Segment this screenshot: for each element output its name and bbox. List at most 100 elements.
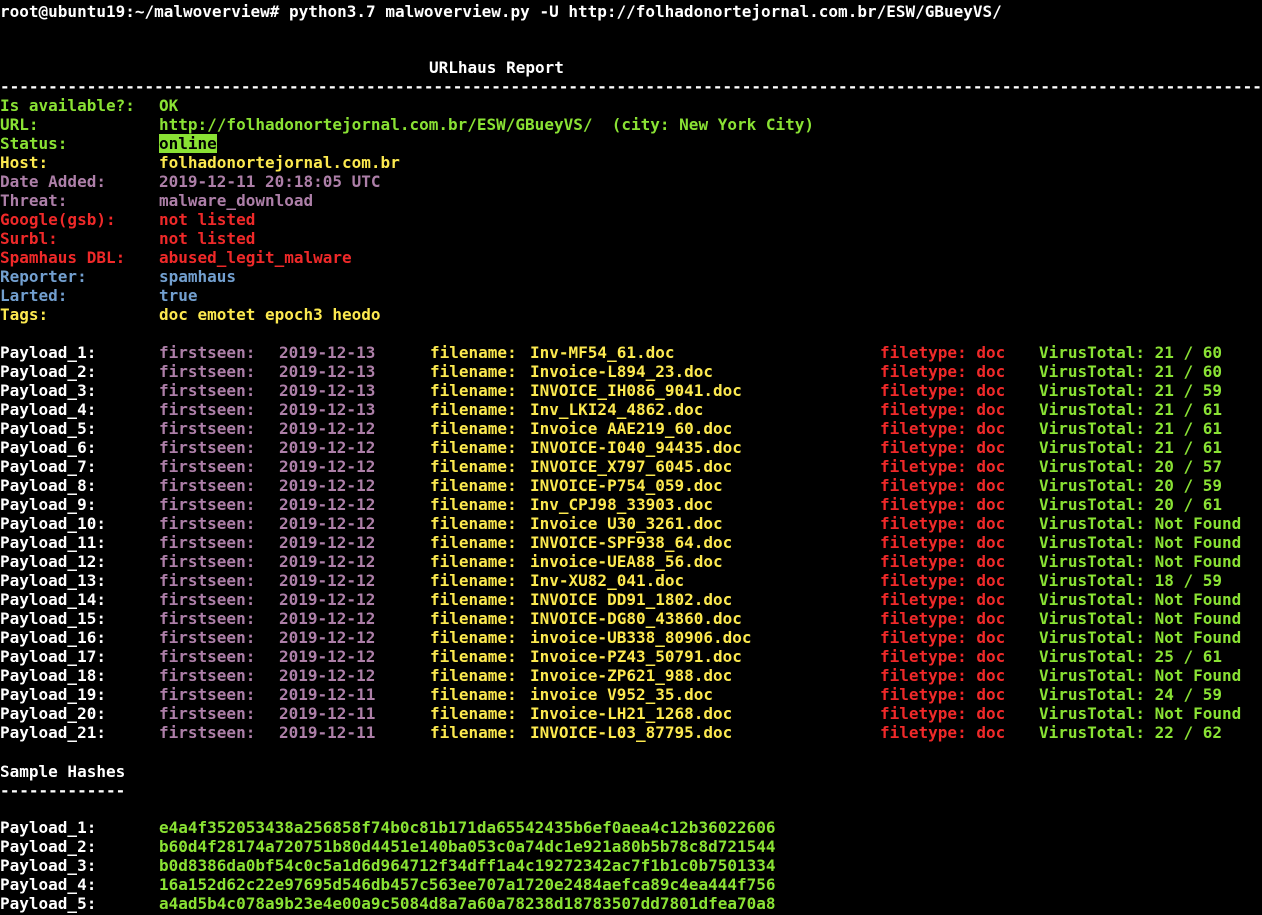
- filename-value: Inv_CPJ98_33903.doc: [530, 495, 714, 514]
- firstseen-date: 2019-12-12: [279, 628, 376, 647]
- filename-value: invoice-UEA88_56.doc: [530, 552, 723, 571]
- filename-value: Invoice AAE219_60.doc: [530, 419, 733, 438]
- field-label: Surbl:: [0, 229, 58, 248]
- filetype-label: filetype: doc: [880, 666, 1006, 685]
- filetype-value: doc: [976, 552, 1006, 571]
- terminal-window[interactable]: root@ubuntu19:~/malwoverview# python3.7 …: [0, 0, 1262, 915]
- filetype-value: doc: [976, 647, 1006, 666]
- filetype-label: filetype: doc: [880, 514, 1006, 533]
- virustotal-value: Not Found: [1154, 514, 1242, 533]
- virustotal-value: 21 / 61: [1154, 438, 1223, 457]
- payload-name: Payload_5:: [0, 419, 97, 438]
- filetype-label: filetype: doc: [880, 704, 1006, 723]
- firstseen-date: 2019-12-12: [279, 666, 376, 685]
- payload-name: Payload_18:: [0, 666, 106, 685]
- field-label: Google(gsb):: [0, 210, 116, 229]
- command-prompt: root@ubuntu19:~/malwoverview# python3.7 …: [0, 2, 1002, 21]
- hash-payload-name: Payload_5:: [0, 894, 97, 913]
- virustotal-label: VirusTotal: 18 / 59: [1039, 571, 1223, 590]
- filename-value: INVOICE-DG80_43860.doc: [530, 609, 742, 628]
- filetype-value: doc: [976, 609, 1006, 628]
- firstseen-label: firstseen:: [159, 533, 256, 552]
- virustotal-label: VirusTotal: Not Found: [1039, 609, 1242, 628]
- payload-name: Payload_21:: [0, 723, 106, 742]
- hash-value: 16a152d62c22e97695d546db457c563ee707a172…: [159, 875, 776, 894]
- firstseen-date: 2019-12-12: [279, 476, 376, 495]
- filetype-value: doc: [976, 514, 1006, 533]
- field-label: Status:: [0, 134, 68, 153]
- filetype-label: filetype: doc: [880, 495, 1006, 514]
- payload-name: Payload_4:: [0, 400, 97, 419]
- filename-value: Inv-XU82_041.doc: [530, 571, 685, 590]
- firstseen-date: 2019-12-13: [279, 400, 376, 419]
- payload-name: Payload_3:: [0, 381, 97, 400]
- filetype-label: filetype: doc: [880, 571, 1006, 590]
- firstseen-label: firstseen:: [159, 609, 256, 628]
- virustotal-label: VirusTotal: Not Found: [1039, 533, 1242, 552]
- filename-label: filename:: [430, 685, 517, 704]
- filename-value: INVOICE-SPF938_64.doc: [530, 533, 733, 552]
- filetype-label: filetype: doc: [880, 438, 1006, 457]
- field-label: Date Added:: [0, 172, 106, 191]
- filetype-value: doc: [976, 362, 1006, 381]
- payload-name: Payload_8:: [0, 476, 97, 495]
- firstseen-label: firstseen:: [159, 495, 256, 514]
- payload-name: Payload_16:: [0, 628, 106, 647]
- virustotal-value: Not Found: [1154, 628, 1242, 647]
- separator-line: ----------------------------------------…: [0, 77, 1262, 96]
- firstseen-label: firstseen:: [159, 457, 256, 476]
- payload-name: Payload_13:: [0, 571, 106, 590]
- virustotal-value: 21 / 60: [1154, 362, 1223, 381]
- hash-payload-name: Payload_2:: [0, 837, 97, 856]
- payload-name: Payload_17:: [0, 647, 106, 666]
- filetype-label: filetype: doc: [880, 419, 1006, 438]
- filename-label: filename:: [430, 362, 517, 381]
- virustotal-label: VirusTotal: 20 / 61: [1039, 495, 1223, 514]
- filename-label: filename:: [430, 723, 517, 742]
- firstseen-date: 2019-12-12: [279, 457, 376, 476]
- payload-name: Payload_11:: [0, 533, 106, 552]
- virustotal-label: VirusTotal: 21 / 60: [1039, 343, 1223, 362]
- field-value: malware_download: [159, 191, 314, 210]
- field-label: Reporter:: [0, 267, 87, 286]
- firstseen-date: 2019-12-12: [279, 571, 376, 590]
- virustotal-label: VirusTotal: 24 / 59: [1039, 685, 1223, 704]
- field-value: true: [159, 286, 198, 305]
- firstseen-label: firstseen:: [159, 438, 256, 457]
- filetype-value: doc: [976, 343, 1006, 362]
- payload-name: Payload_14:: [0, 590, 106, 609]
- payload-name: Payload_15:: [0, 609, 106, 628]
- field-label: Threat:: [0, 191, 68, 210]
- firstseen-date: 2019-12-13: [279, 362, 376, 381]
- virustotal-label: VirusTotal: 21 / 61: [1039, 438, 1223, 457]
- virustotal-value: 22 / 62: [1154, 723, 1223, 742]
- filetype-value: doc: [976, 666, 1006, 685]
- hashes-title: Sample Hashes: [0, 762, 126, 781]
- payload-name: Payload_1:: [0, 343, 97, 362]
- virustotal-value: Not Found: [1154, 533, 1242, 552]
- filename-label: filename:: [430, 628, 517, 647]
- filename-value: INVOICE-P754_059.doc: [530, 476, 723, 495]
- payload-name: Payload_2:: [0, 362, 97, 381]
- filetype-value: doc: [976, 457, 1006, 476]
- firstseen-label: firstseen:: [159, 476, 256, 495]
- filetype-label: filetype: doc: [880, 362, 1006, 381]
- filetype-value: doc: [976, 590, 1006, 609]
- firstseen-label: firstseen:: [159, 552, 256, 571]
- hash-value: e4a4f352053438a256858f74b0c81b171da65542…: [159, 818, 776, 837]
- virustotal-label: VirusTotal: Not Found: [1039, 666, 1242, 685]
- filetype-value: doc: [976, 438, 1006, 457]
- virustotal-value: Not Found: [1154, 552, 1242, 571]
- filename-value: INVOICE-I040_94435.doc: [530, 438, 742, 457]
- field-label: Spamhaus DBL:: [0, 248, 126, 267]
- virustotal-value: 24 / 59: [1154, 685, 1223, 704]
- firstseen-date: 2019-12-12: [279, 609, 376, 628]
- filename-label: filename:: [430, 343, 517, 362]
- filename-label: filename:: [430, 666, 517, 685]
- payload-name: Payload_9:: [0, 495, 97, 514]
- virustotal-label: VirusTotal: 25 / 61: [1039, 647, 1223, 666]
- filename-label: filename:: [430, 400, 517, 419]
- filename-label: filename:: [430, 609, 517, 628]
- virustotal-value: 21 / 61: [1154, 419, 1223, 438]
- filename-label: filename:: [430, 457, 517, 476]
